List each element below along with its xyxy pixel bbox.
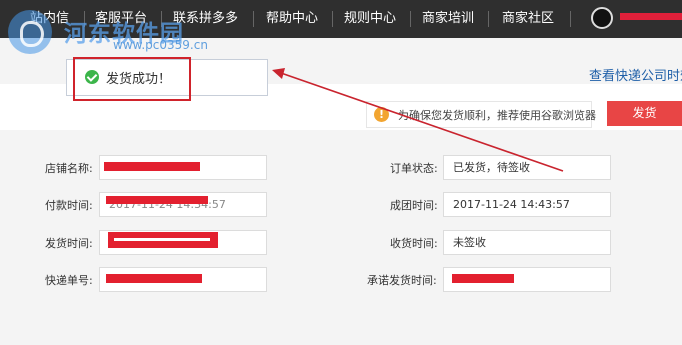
username-redacted	[620, 13, 682, 20]
group-time-field: 2017-11-24 14:43:57	[443, 192, 611, 217]
redaction-mark	[114, 238, 210, 241]
group-time-label: 成团时间:	[390, 199, 438, 212]
receive-time-label: 收货时间:	[390, 237, 438, 250]
nav-item-merchant-community[interactable]: 商家社区	[502, 0, 554, 38]
nav-separator	[253, 11, 254, 27]
nav-item-inbox[interactable]: 站内信	[30, 0, 69, 38]
nav-separator	[84, 11, 85, 27]
courier-timing-link[interactable]: 查看快递公司时效	[589, 65, 682, 84]
nav-separator	[488, 11, 489, 27]
watermark-url: www.pc0359.cn	[113, 38, 208, 52]
promised-ship-time-label: 承诺发货时间:	[367, 274, 437, 287]
nav-separator	[332, 11, 333, 27]
order-status-label: 订单状态:	[390, 162, 438, 175]
tracking-number-label: 快递单号:	[45, 274, 93, 287]
ship-time-label: 发货时间:	[45, 237, 93, 250]
nav-item-customer-service[interactable]: 客服平台	[95, 0, 147, 38]
warning-icon: !	[374, 107, 389, 122]
receive-time-field: 未签收	[443, 230, 611, 255]
ship-button[interactable]: 发货	[607, 101, 682, 126]
nav-item-contact-pdd[interactable]: 联系拼多多	[173, 0, 238, 38]
shop-name-label: 店铺名称:	[45, 162, 93, 175]
redaction-mark	[106, 274, 202, 283]
nav-separator	[570, 11, 571, 27]
order-status-field: 已发货，待签收	[443, 155, 611, 180]
avatar[interactable]	[591, 7, 613, 29]
payment-time-label: 付款时间:	[45, 199, 93, 212]
browser-notice-text: 为确保您发货顺利，推荐使用谷歌浏览器	[398, 109, 596, 122]
nav-separator	[161, 11, 162, 27]
redaction-mark	[106, 196, 208, 204]
redaction-mark	[104, 162, 200, 171]
nav-item-help-center[interactable]: 帮助中心	[266, 0, 318, 38]
nav-item-rules-center[interactable]: 规则中心	[344, 0, 396, 38]
highlight-box	[73, 57, 191, 101]
nav-item-merchant-training[interactable]: 商家培训	[422, 0, 474, 38]
redaction-mark	[452, 274, 514, 283]
nav-separator	[410, 11, 411, 27]
